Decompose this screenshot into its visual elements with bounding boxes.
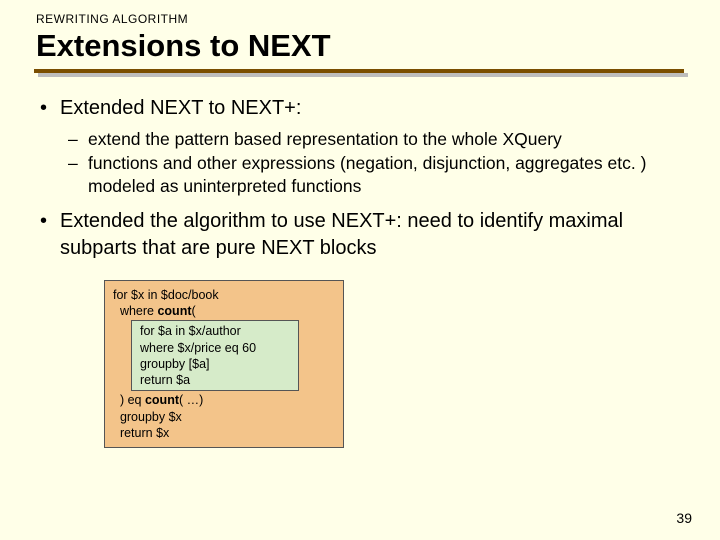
- bullet-1-text: Extended NEXT to NEXT+:: [60, 97, 301, 119]
- bullet-1-sublist: extend the pattern based representation …: [60, 128, 686, 198]
- bullet-1-sub-2: functions and other expressions (negatio…: [88, 152, 686, 198]
- code-line: groupby [$a]: [140, 356, 292, 372]
- code-frag: where: [113, 304, 157, 318]
- code-line: where $x/price eq 60: [140, 340, 292, 356]
- code-line: for $x in $doc/book: [113, 287, 335, 303]
- bullet-2: Extended the algorithm to use NEXT+: nee…: [60, 208, 686, 262]
- bullet-1: Extended NEXT to NEXT+: extend the patte…: [60, 95, 686, 198]
- code-line: groupby $x: [113, 409, 335, 425]
- code-frag: ) eq: [113, 393, 145, 407]
- rule-line: [34, 69, 684, 73]
- bullet-list: Extended NEXT to NEXT+: extend the patte…: [34, 95, 686, 262]
- code-keyword: count: [157, 304, 191, 318]
- title-rule: [34, 69, 686, 77]
- code-frag: ( …): [179, 393, 203, 407]
- code-line: ) eq count( …): [113, 392, 335, 408]
- rule-shadow: [38, 73, 688, 77]
- bullet-1-sub-1: extend the pattern based representation …: [88, 128, 686, 151]
- code-line: return $a: [140, 372, 292, 388]
- slide: REWRITING ALGORITHM Extensions to NEXT E…: [0, 0, 720, 540]
- code-keyword: count: [145, 393, 179, 407]
- page-number: 39: [676, 510, 692, 526]
- code-frag: (: [192, 304, 196, 318]
- code-line: for $a in $x/author: [140, 323, 292, 339]
- code-line: where count(: [113, 303, 335, 319]
- code-block-inner: for $a in $x/author where $x/price eq 60…: [131, 320, 299, 391]
- kicker: REWRITING ALGORITHM: [36, 12, 686, 26]
- code-block-outer: for $x in $doc/book where count( for $a …: [104, 280, 344, 448]
- slide-title: Extensions to NEXT: [36, 30, 686, 63]
- code-line: return $x: [113, 425, 335, 441]
